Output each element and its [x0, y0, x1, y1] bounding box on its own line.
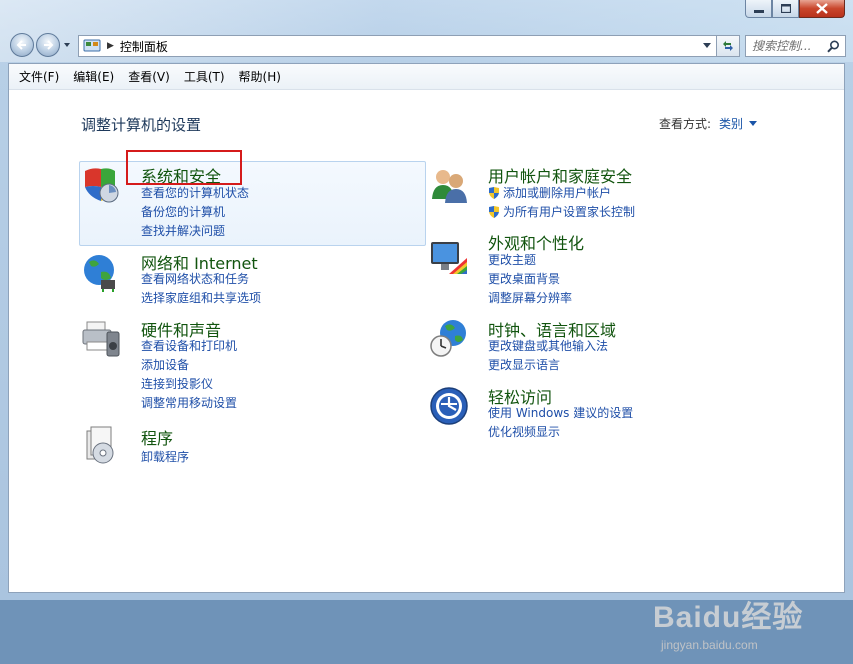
uac-shield-icon [489, 186, 499, 199]
menu-edit[interactable]: 编辑(E) [73, 68, 114, 85]
printer-speaker-icon[interactable] [81, 318, 121, 358]
baidu-watermark: Baidu经验 jingyan.baidu.com [653, 592, 813, 664]
annotation-highlight-box [126, 150, 242, 185]
link-backup-computer[interactable]: 备份您的计算机 [141, 203, 225, 220]
link-parental-controls[interactable]: 为所有用户设置家长控制 [488, 203, 635, 220]
view-by: 查看方式: 类别 [659, 115, 758, 132]
uac-shield-icon [489, 205, 499, 218]
category-title[interactable]: 程序 [141, 425, 173, 449]
arrow-left-icon [16, 40, 26, 50]
link-add-device[interactable]: 添加设备 [141, 356, 189, 373]
address-bar[interactable]: ▶ 控制面板 [78, 35, 718, 57]
link-uninstall-program[interactable]: 卸载程序 [141, 448, 189, 465]
link-troubleshoot[interactable]: 查找并解决问题 [141, 222, 225, 239]
link-homegroup[interactable]: 选择家庭组和共享选项 [141, 289, 261, 306]
forward-button[interactable] [36, 33, 60, 57]
window-frame: ▶ 控制面板 文件(F) 编辑(E) 查看(V) 工具(T) 帮助(H) [0, 0, 853, 652]
close-icon [816, 3, 828, 14]
address-dropdown-icon[interactable] [703, 43, 711, 49]
link-windows-recommended[interactable]: 使用 Windows 建议的设置 [488, 404, 633, 421]
breadcrumb-control-panel[interactable]: 控制面板 [120, 38, 168, 55]
link-desktop-background[interactable]: 更改桌面背景 [488, 270, 560, 287]
watermark-url: jingyan.baidu.com [661, 638, 758, 652]
minimize-button[interactable] [745, 0, 772, 18]
menu-help[interactable]: 帮助(H) [239, 68, 281, 85]
link-network-status[interactable]: 查看网络状态和任务 [141, 270, 249, 287]
monitor-palette-icon[interactable] [429, 238, 469, 278]
link-change-theme[interactable]: 更改主题 [488, 251, 536, 268]
arrow-right-icon [44, 40, 54, 50]
programs-cd-icon[interactable] [83, 425, 123, 465]
link-mobility-settings[interactable]: 调整常用移动设置 [141, 394, 237, 411]
search-input[interactable] [752, 39, 826, 53]
maximize-button[interactable] [772, 0, 799, 18]
recent-pages-dropdown-icon[interactable] [63, 41, 71, 49]
link-view-computer-status[interactable]: 查看您的计算机状态 [141, 184, 249, 201]
shield-icon[interactable] [81, 165, 121, 205]
clock-globe-icon[interactable] [429, 318, 469, 358]
link-label[interactable]: 添加或删除用户帐户 [503, 184, 611, 201]
link-optimize-display[interactable]: 优化视频显示 [488, 423, 560, 440]
page-title: 调整计算机的设置 [81, 116, 202, 134]
view-by-label: 查看方式: [659, 117, 712, 131]
view-by-dropdown[interactable]: 类别 [719, 115, 743, 132]
ease-of-access-icon[interactable] [429, 386, 469, 426]
chevron-down-icon[interactable] [749, 120, 758, 127]
navigation-bar: ▶ 控制面板 [8, 31, 848, 61]
breadcrumb-separator[interactable]: ▶ [107, 41, 114, 51]
link-display-language[interactable]: 更改显示语言 [488, 356, 560, 373]
menu-view[interactable]: 查看(V) [128, 68, 170, 85]
maximize-icon [780, 4, 791, 13]
network-globe-icon[interactable] [81, 252, 121, 292]
link-label[interactable]: 为所有用户设置家长控制 [503, 203, 635, 220]
users-icon[interactable] [429, 165, 469, 205]
link-devices-printers[interactable]: 查看设备和打印机 [141, 337, 237, 354]
menu-file[interactable]: 文件(F) [19, 68, 59, 85]
minimize-icon [753, 9, 764, 13]
search-box[interactable] [745, 35, 846, 57]
control-panel-icon [83, 39, 101, 52]
link-add-remove-accounts[interactable]: 添加或删除用户帐户 [488, 184, 611, 201]
menu-tools[interactable]: 工具(T) [184, 68, 225, 85]
menu-bar: 文件(F) 编辑(E) 查看(V) 工具(T) 帮助(H) [9, 64, 844, 90]
link-screen-resolution[interactable]: 调整屏幕分辨率 [488, 289, 572, 306]
close-button[interactable] [799, 0, 845, 18]
link-connect-projector[interactable]: 连接到投影仪 [141, 375, 213, 392]
search-icon[interactable] [827, 40, 840, 53]
back-button[interactable] [10, 33, 34, 57]
refresh-icon [723, 41, 733, 51]
client-area: 文件(F) 编辑(E) 查看(V) 工具(T) 帮助(H) 调整计算机的设置 查… [8, 63, 845, 652]
link-change-keyboard[interactable]: 更改键盘或其他输入法 [488, 337, 608, 354]
content-pane: 调整计算机的设置 查看方式: 类别 系统和安全 查看您的计算机状态 备份您的计算… [9, 90, 844, 652]
refresh-button[interactable] [716, 35, 740, 57]
watermark-brand: Baidu经验 [653, 601, 804, 634]
caption-buttons [745, 0, 845, 18]
